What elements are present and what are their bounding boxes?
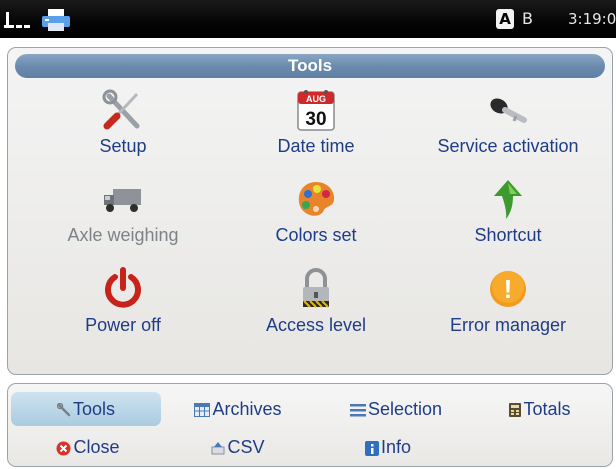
table-icon bbox=[194, 403, 211, 418]
service-activation-label: Service activation bbox=[437, 136, 579, 156]
nav-close-label: Close bbox=[73, 437, 120, 457]
calendar-day: 30 bbox=[305, 109, 326, 130]
nav-tools-label: Tools bbox=[72, 399, 116, 419]
nav-info-label: Info bbox=[380, 437, 412, 457]
nav-csv-button[interactable]: CSV bbox=[188, 430, 288, 464]
wrench-screwdriver-icon bbox=[102, 89, 140, 130]
tools-panel: Tools Setup AUG 30 Date time Service act… bbox=[7, 47, 613, 375]
nav-archives-label: Archives bbox=[212, 399, 282, 419]
status-bar: A B 3:19:0 bbox=[0, 0, 616, 38]
nav-close-button[interactable]: Close bbox=[28, 430, 148, 464]
nav-tools-tab[interactable]: Tools bbox=[11, 392, 161, 426]
export-icon bbox=[211, 442, 225, 455]
palette-icon bbox=[298, 182, 335, 216]
error-manager-label: Error manager bbox=[449, 315, 567, 335]
clock: 3:19:0 bbox=[568, 10, 616, 28]
date-time-label: Date time bbox=[277, 136, 355, 156]
bottom-navigation: Tools Archives Selection Totals Close CS… bbox=[7, 383, 613, 467]
colors-set-label: Colors set bbox=[275, 225, 357, 245]
nav-archives-tab[interactable]: Archives bbox=[168, 392, 308, 426]
keyboard-mode-a: A bbox=[496, 9, 514, 29]
wrench-small-icon bbox=[56, 403, 71, 417]
calendar-icon: AUG 30 bbox=[297, 90, 335, 131]
nav-selection-tab[interactable]: Selection bbox=[326, 392, 466, 426]
axle-weighing-label: Axle weighing bbox=[67, 225, 179, 245]
signal-icon bbox=[4, 12, 30, 28]
nav-totals-tab[interactable]: Totals bbox=[480, 392, 600, 426]
warning-symbol: ! bbox=[504, 274, 513, 304]
access-level-label: Access level bbox=[265, 315, 367, 335]
panel-title: Tools bbox=[15, 54, 605, 78]
printer-icon bbox=[42, 9, 70, 31]
truck-icon bbox=[104, 189, 141, 212]
power-off-label: Power off bbox=[85, 315, 161, 335]
nav-selection-label: Selection bbox=[367, 399, 443, 419]
list-icon bbox=[349, 404, 366, 417]
nav-csv-label: CSV bbox=[227, 437, 265, 457]
warning-icon: ! bbox=[490, 271, 526, 307]
info-icon bbox=[364, 440, 379, 456]
setup-label: Setup bbox=[99, 136, 147, 156]
power-icon bbox=[105, 267, 141, 308]
nav-totals-label: Totals bbox=[523, 399, 571, 419]
shortcut-label: Shortcut bbox=[474, 225, 542, 245]
nav-info-button[interactable]: Info bbox=[338, 430, 438, 464]
arrow-up-icon bbox=[494, 180, 522, 219]
padlock-icon bbox=[303, 268, 329, 308]
keyboard-mode-b: B bbox=[522, 9, 533, 28]
key-icon bbox=[490, 98, 527, 123]
close-icon bbox=[56, 441, 71, 456]
calendar-month: AUG bbox=[306, 94, 326, 104]
calculator-icon bbox=[509, 403, 522, 418]
